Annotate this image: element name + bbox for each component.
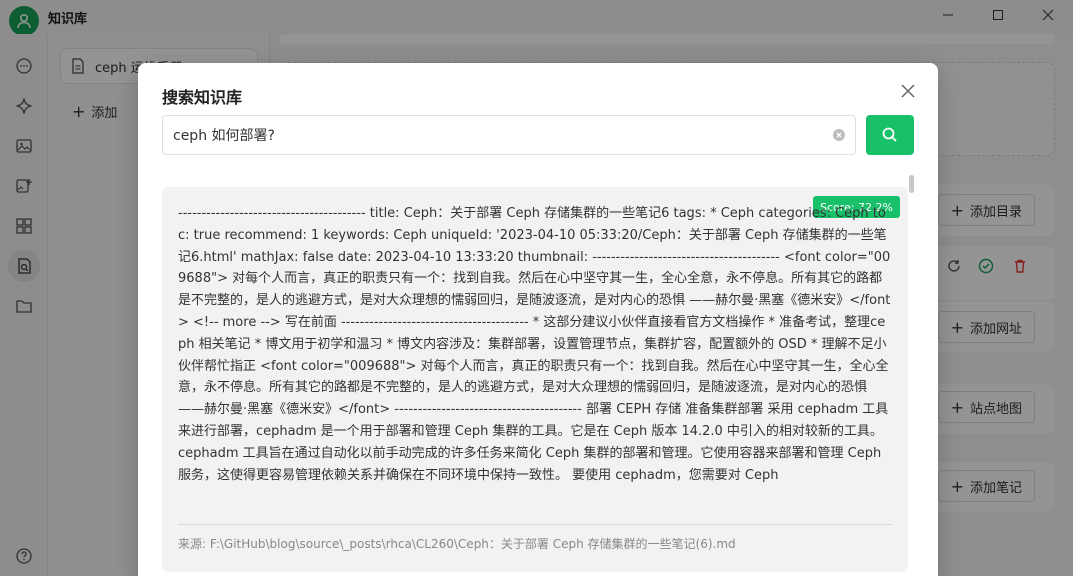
search-input[interactable]	[173, 116, 823, 154]
result-source: 来源: F:\GitHub\blog\source\_posts\rhca\CL…	[178, 537, 736, 551]
result-scrollbar[interactable]	[909, 175, 914, 193]
result-content: ----------------------------------------…	[178, 206, 891, 483]
modal-title: 搜索知识库	[162, 88, 243, 107]
search-field	[162, 115, 856, 155]
clear-icon	[836, 132, 842, 138]
clear-search-button[interactable]	[833, 129, 845, 141]
search-result-card[interactable]: Score: 72.2% ---------------------------…	[162, 187, 908, 572]
search-button[interactable]	[866, 115, 914, 155]
search-knowledge-modal: 搜索知识库 Score: 72.2% ---------------------…	[138, 63, 938, 576]
modal-close-button[interactable]	[898, 81, 918, 101]
close-icon	[901, 84, 915, 98]
search-icon	[882, 127, 897, 142]
result-divider	[178, 524, 892, 525]
